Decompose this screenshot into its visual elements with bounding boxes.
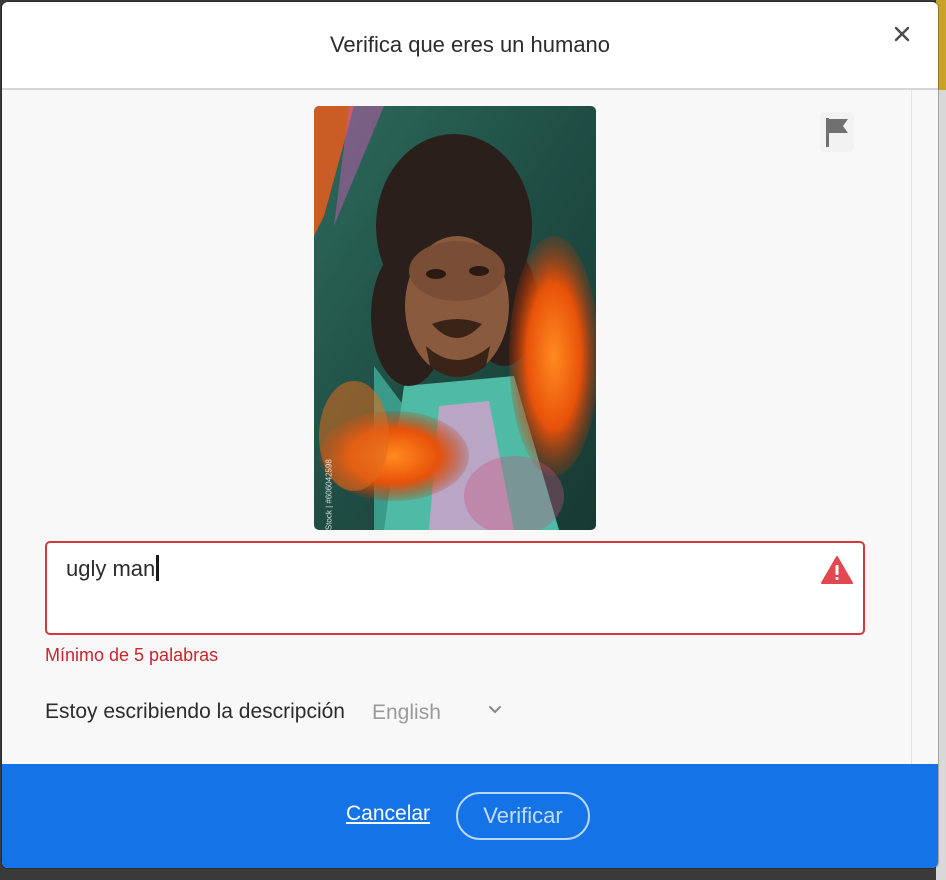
flag-icon xyxy=(826,118,848,147)
alert-icon xyxy=(821,556,853,584)
image-watermark: Adobe Stock | #606042598 xyxy=(324,459,334,530)
description-input-value[interactable]: ugly man xyxy=(66,555,160,582)
language-dropdown[interactable]: English xyxy=(372,698,512,730)
error-message: Mínimo de 5 palabras xyxy=(45,645,219,665)
report-image-button[interactable] xyxy=(820,112,854,152)
dialog-footer: Cancelar Verificar xyxy=(2,764,938,868)
scrollbar[interactable] xyxy=(911,90,912,764)
description-input[interactable]: ugly man xyxy=(45,541,865,635)
text-caret xyxy=(156,555,160,581)
close-icon xyxy=(894,26,910,42)
captcha-image: Adobe Stock | #606042598 xyxy=(314,106,596,530)
dialog-header: Verifica que eres un humano xyxy=(2,2,938,90)
verify-button[interactable]: Verificar xyxy=(456,792,590,840)
language-label: Estoy escribiendo la descripción xyxy=(45,700,345,723)
verification-dialog: Verifica que eres un humano Adobe Stock … xyxy=(2,2,938,868)
chevron-down-icon xyxy=(489,706,501,713)
dialog-title: Verifica que eres un humano xyxy=(329,32,611,57)
cancel-button[interactable]: Cancelar xyxy=(346,802,430,826)
dialog-body: Adobe Stock | #606042598 ugly man Mínimo… xyxy=(2,90,938,764)
close-button[interactable] xyxy=(888,20,916,48)
language-selected-value: English xyxy=(372,701,441,724)
